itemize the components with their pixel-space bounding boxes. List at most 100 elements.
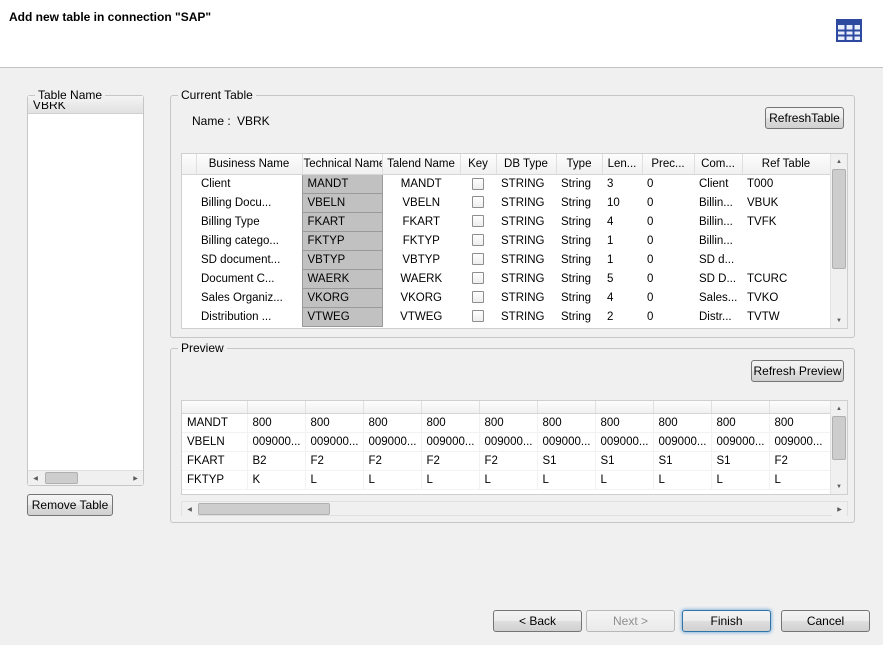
col-key[interactable]: Key xyxy=(460,154,496,174)
cell-length[interactable]: 1 xyxy=(602,231,642,250)
col-db-type[interactable]: DB Type xyxy=(496,154,556,174)
cell-ref-table[interactable]: TVKO xyxy=(742,288,830,307)
cell-technical-name[interactable]: FKTYP xyxy=(302,231,382,250)
row-selector[interactable] xyxy=(182,269,196,288)
cell-technical-name[interactable]: MANDT xyxy=(302,174,382,193)
key-checkbox[interactable] xyxy=(472,178,484,190)
cell-db-type[interactable]: STRING xyxy=(496,212,556,231)
cell-db-type[interactable]: STRING xyxy=(496,174,556,193)
hscrollbar-thumb[interactable] xyxy=(198,503,330,515)
col-business-name[interactable]: Business Name xyxy=(196,154,302,174)
vscrollbar-thumb[interactable] xyxy=(832,169,846,269)
cell-type[interactable]: String xyxy=(556,193,602,212)
refresh-table-button[interactable]: RefreshTable xyxy=(765,107,844,129)
key-checkbox[interactable] xyxy=(472,234,484,246)
cell-comment[interactable]: Billin... xyxy=(694,231,742,250)
cell-business-name[interactable]: Billing catego... xyxy=(196,231,302,250)
row-selector[interactable] xyxy=(182,231,196,250)
key-checkbox[interactable] xyxy=(472,310,484,322)
remove-table-button[interactable]: Remove Table xyxy=(27,494,113,516)
col-talend-name[interactable]: Talend Name xyxy=(382,154,460,174)
cell-key[interactable] xyxy=(460,250,496,269)
row-selector-header[interactable] xyxy=(182,154,196,174)
cell-technical-name[interactable]: WAERK xyxy=(302,269,382,288)
preview-col-header[interactable] xyxy=(182,401,247,413)
preview-col-header[interactable] xyxy=(479,401,537,413)
cell-technical-name[interactable]: VBTYP xyxy=(302,250,382,269)
preview-col-header[interactable] xyxy=(363,401,421,413)
key-checkbox[interactable] xyxy=(472,196,484,208)
row-selector[interactable] xyxy=(182,288,196,307)
row-selector[interactable] xyxy=(182,250,196,269)
cell-precision[interactable]: 0 xyxy=(642,269,694,288)
col-technical-name[interactable]: Technical Name xyxy=(302,154,382,174)
cell-talend-name[interactable]: FKTYP xyxy=(382,231,460,250)
cell-talend-name[interactable]: VBTYP xyxy=(382,250,460,269)
preview-vscrollbar[interactable]: ▲ ▼ xyxy=(830,401,847,494)
hscrollbar-thumb[interactable] xyxy=(45,472,78,484)
preview-col-header[interactable] xyxy=(421,401,479,413)
cell-key[interactable] xyxy=(460,212,496,231)
cell-talend-name[interactable]: VTWEG xyxy=(382,307,460,326)
cell-ref-table[interactable]: VBUK xyxy=(742,193,830,212)
cell-type[interactable]: String xyxy=(556,307,602,326)
cell-talend-name[interactable]: FKART xyxy=(382,212,460,231)
cell-key[interactable] xyxy=(460,231,496,250)
table-name-hscrollbar[interactable]: ◀ ▶ xyxy=(28,470,143,485)
scroll-down-button[interactable]: ▼ xyxy=(831,313,847,328)
scroll-up-button[interactable]: ▲ xyxy=(831,154,847,169)
cell-business-name[interactable]: Billing Docu... xyxy=(196,193,302,212)
col-length[interactable]: Len... xyxy=(602,154,642,174)
cell-key[interactable] xyxy=(460,307,496,326)
cell-db-type[interactable]: STRING xyxy=(496,193,556,212)
cell-ref-table[interactable] xyxy=(742,250,830,269)
cell-db-type[interactable]: STRING xyxy=(496,231,556,250)
preview-col-header[interactable] xyxy=(305,401,363,413)
key-checkbox[interactable] xyxy=(472,291,484,303)
cell-comment[interactable]: Sales... xyxy=(694,288,742,307)
cell-length[interactable]: 5 xyxy=(602,269,642,288)
cell-ref-table[interactable]: TVTW xyxy=(742,307,830,326)
cell-length[interactable]: 1 xyxy=(602,250,642,269)
row-selector[interactable] xyxy=(182,174,196,193)
row-selector[interactable] xyxy=(182,212,196,231)
key-checkbox[interactable] xyxy=(472,215,484,227)
cell-length[interactable]: 4 xyxy=(602,288,642,307)
cell-db-type[interactable]: STRING xyxy=(496,307,556,326)
cell-comment[interactable]: SD d... xyxy=(694,250,742,269)
cell-length[interactable]: 10 xyxy=(602,193,642,212)
cell-precision[interactable]: 0 xyxy=(642,250,694,269)
cell-type[interactable]: String xyxy=(556,174,602,193)
cell-db-type[interactable]: STRING xyxy=(496,269,556,288)
row-selector[interactable] xyxy=(182,307,196,326)
cell-technical-name[interactable]: FKART xyxy=(302,212,382,231)
refresh-preview-button[interactable]: Refresh Preview xyxy=(751,360,844,382)
scroll-down-button[interactable]: ▼ xyxy=(831,479,847,494)
cell-precision[interactable]: 0 xyxy=(642,307,694,326)
cell-talend-name[interactable]: VKORG xyxy=(382,288,460,307)
cell-ref-table[interactable] xyxy=(742,231,830,250)
cell-business-name[interactable]: Client xyxy=(196,174,302,193)
cell-type[interactable]: String xyxy=(556,250,602,269)
cell-precision[interactable]: 0 xyxy=(642,193,694,212)
scroll-up-button[interactable]: ▲ xyxy=(831,401,847,416)
preview-col-header[interactable] xyxy=(711,401,769,413)
cell-type[interactable]: String xyxy=(556,269,602,288)
cell-comment[interactable]: Billin... xyxy=(694,193,742,212)
cell-length[interactable]: 3 xyxy=(602,174,642,193)
cell-technical-name[interactable]: VBELN xyxy=(302,193,382,212)
schema-vscrollbar[interactable]: ▲ ▼ xyxy=(830,154,847,328)
col-type[interactable]: Type xyxy=(556,154,602,174)
cell-key[interactable] xyxy=(460,193,496,212)
cell-type[interactable]: String xyxy=(556,288,602,307)
cell-type[interactable]: String xyxy=(556,231,602,250)
preview-col-header[interactable] xyxy=(537,401,595,413)
cell-db-type[interactable]: STRING xyxy=(496,250,556,269)
preview-col-header[interactable] xyxy=(769,401,830,413)
key-checkbox[interactable] xyxy=(472,253,484,265)
cell-ref-table[interactable]: TCURC xyxy=(742,269,830,288)
scroll-right-button[interactable]: ▶ xyxy=(128,471,143,485)
cell-length[interactable]: 4 xyxy=(602,212,642,231)
col-comment[interactable]: Com... xyxy=(694,154,742,174)
cell-business-name[interactable]: Distribution ... xyxy=(196,307,302,326)
